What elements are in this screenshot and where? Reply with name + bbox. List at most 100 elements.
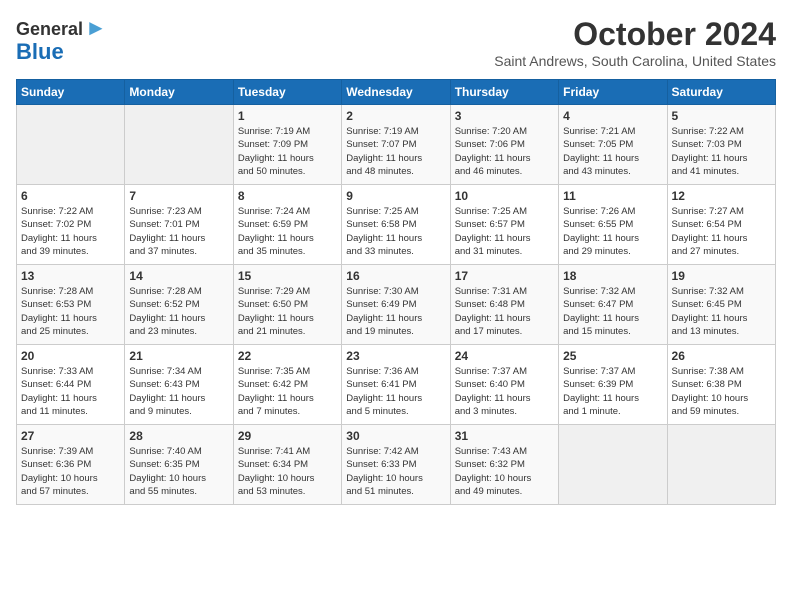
calendar-week-row: 20 Sunrise: 7:33 AM Sunset: 6:44 PM Dayli…	[17, 345, 776, 425]
logo: General► Blue	[16, 16, 107, 64]
title-section: October 2024 Saint Andrews, South Caroli…	[494, 16, 776, 69]
calendar-cell: 12 Sunrise: 7:27 AM Sunset: 6:54 PM Dayli…	[667, 185, 775, 265]
day-number: 3	[455, 109, 554, 123]
calendar-week-row: 1 Sunrise: 7:19 AM Sunset: 7:09 PM Daylig…	[17, 105, 776, 185]
day-info: Sunrise: 7:21 AM Sunset: 7:05 PM Dayligh…	[563, 125, 662, 178]
day-info: Sunrise: 7:22 AM Sunset: 7:02 PM Dayligh…	[21, 205, 120, 258]
day-info: Sunrise: 7:43 AM Sunset: 6:32 PM Dayligh…	[455, 445, 554, 498]
page-header: General► Blue October 2024 Saint Andrews…	[16, 16, 776, 69]
calendar-cell: 6 Sunrise: 7:22 AM Sunset: 7:02 PM Daylig…	[17, 185, 125, 265]
day-info: Sunrise: 7:19 AM Sunset: 7:07 PM Dayligh…	[346, 125, 445, 178]
calendar-cell: 18 Sunrise: 7:32 AM Sunset: 6:47 PM Dayli…	[559, 265, 667, 345]
calendar-week-row: 13 Sunrise: 7:28 AM Sunset: 6:53 PM Dayli…	[17, 265, 776, 345]
day-info: Sunrise: 7:28 AM Sunset: 6:52 PM Dayligh…	[129, 285, 228, 338]
day-info: Sunrise: 7:25 AM Sunset: 6:58 PM Dayligh…	[346, 205, 445, 258]
day-info: Sunrise: 7:41 AM Sunset: 6:34 PM Dayligh…	[238, 445, 337, 498]
day-info: Sunrise: 7:37 AM Sunset: 6:39 PM Dayligh…	[563, 365, 662, 418]
calendar-cell: 4 Sunrise: 7:21 AM Sunset: 7:05 PM Daylig…	[559, 105, 667, 185]
day-info: Sunrise: 7:32 AM Sunset: 6:47 PM Dayligh…	[563, 285, 662, 338]
day-info: Sunrise: 7:40 AM Sunset: 6:35 PM Dayligh…	[129, 445, 228, 498]
calendar-cell	[125, 105, 233, 185]
calendar-table: SundayMondayTuesdayWednesdayThursdayFrid…	[16, 79, 776, 505]
calendar-cell: 19 Sunrise: 7:32 AM Sunset: 6:45 PM Dayli…	[667, 265, 775, 345]
day-number: 31	[455, 429, 554, 443]
day-number: 1	[238, 109, 337, 123]
day-number: 19	[672, 269, 771, 283]
calendar-cell: 7 Sunrise: 7:23 AM Sunset: 7:01 PM Daylig…	[125, 185, 233, 265]
calendar-cell: 11Sunrise: 7:26 AM Sunset: 6:55 PM Dayli…	[559, 185, 667, 265]
day-number: 26	[672, 349, 771, 363]
day-info: Sunrise: 7:36 AM Sunset: 6:41 PM Dayligh…	[346, 365, 445, 418]
calendar-cell: 8Sunrise: 7:24 AM Sunset: 6:59 PM Daylig…	[233, 185, 341, 265]
day-info: Sunrise: 7:33 AM Sunset: 6:44 PM Dayligh…	[21, 365, 120, 418]
day-number: 6	[21, 189, 120, 203]
day-info: Sunrise: 7:34 AM Sunset: 6:43 PM Dayligh…	[129, 365, 228, 418]
day-info: Sunrise: 7:29 AM Sunset: 6:50 PM Dayligh…	[238, 285, 337, 338]
calendar-cell: 14 Sunrise: 7:28 AM Sunset: 6:52 PM Dayli…	[125, 265, 233, 345]
day-of-week-header: Sunday	[17, 80, 125, 105]
calendar-cell: 15 Sunrise: 7:29 AM Sunset: 6:50 PM Dayli…	[233, 265, 341, 345]
day-info: Sunrise: 7:28 AM Sunset: 6:53 PM Dayligh…	[21, 285, 120, 338]
calendar-cell	[559, 425, 667, 505]
day-number: 23	[346, 349, 445, 363]
day-number: 24	[455, 349, 554, 363]
calendar-cell: 2 Sunrise: 7:19 AM Sunset: 7:07 PM Daylig…	[342, 105, 450, 185]
day-number: 12	[672, 189, 771, 203]
day-info: Sunrise: 7:42 AM Sunset: 6:33 PM Dayligh…	[346, 445, 445, 498]
day-number: 15	[238, 269, 337, 283]
calendar-cell: 30 Sunrise: 7:42 AM Sunset: 6:33 PM Dayli…	[342, 425, 450, 505]
day-info: Sunrise: 7:27 AM Sunset: 6:54 PM Dayligh…	[672, 205, 771, 258]
calendar-cell: 21 Sunrise: 7:34 AM Sunset: 6:43 PM Dayli…	[125, 345, 233, 425]
day-number: 22	[238, 349, 337, 363]
day-info: Sunrise: 7:30 AM Sunset: 6:49 PM Dayligh…	[346, 285, 445, 338]
calendar-cell: 24Sunrise: 7:37 AM Sunset: 6:40 PM Dayli…	[450, 345, 558, 425]
day-number: 13	[21, 269, 120, 283]
day-info: Sunrise: 7:35 AM Sunset: 6:42 PM Dayligh…	[238, 365, 337, 418]
day-info: Sunrise: 7:22 AM Sunset: 7:03 PM Dayligh…	[672, 125, 771, 178]
day-info: Sunrise: 7:24 AM Sunset: 6:59 PM Dayligh…	[238, 205, 337, 258]
calendar-cell: 25 Sunrise: 7:37 AM Sunset: 6:39 PM Dayli…	[559, 345, 667, 425]
day-number: 14	[129, 269, 228, 283]
day-info: Sunrise: 7:19 AM Sunset: 7:09 PM Dayligh…	[238, 125, 337, 178]
day-number: 30	[346, 429, 445, 443]
day-number: 28	[129, 429, 228, 443]
calendar-cell: 3 Sunrise: 7:20 AM Sunset: 7:06 PM Daylig…	[450, 105, 558, 185]
day-number: 11	[563, 189, 662, 203]
day-number: 25	[563, 349, 662, 363]
day-number: 17	[455, 269, 554, 283]
day-number: 21	[129, 349, 228, 363]
day-of-week-header: Thursday	[450, 80, 558, 105]
day-of-week-header: Wednesday	[342, 80, 450, 105]
calendar-cell: 10Sunrise: 7:25 AM Sunset: 6:57 PM Dayli…	[450, 185, 558, 265]
logo-text-blue: Blue	[16, 39, 64, 64]
day-number: 18	[563, 269, 662, 283]
day-number: 4	[563, 109, 662, 123]
day-of-week-header: Saturday	[667, 80, 775, 105]
day-info: Sunrise: 7:31 AM Sunset: 6:48 PM Dayligh…	[455, 285, 554, 338]
calendar-cell: 28 Sunrise: 7:40 AM Sunset: 6:35 PM Dayli…	[125, 425, 233, 505]
day-number: 16	[346, 269, 445, 283]
calendar-cell: 31 Sunrise: 7:43 AM Sunset: 6:32 PM Dayli…	[450, 425, 558, 505]
day-number: 2	[346, 109, 445, 123]
day-info: Sunrise: 7:20 AM Sunset: 7:06 PM Dayligh…	[455, 125, 554, 178]
day-number: 7	[129, 189, 228, 203]
day-info: Sunrise: 7:23 AM Sunset: 7:01 PM Dayligh…	[129, 205, 228, 258]
calendar-cell	[667, 425, 775, 505]
calendar-cell: 22 Sunrise: 7:35 AM Sunset: 6:42 PM Dayli…	[233, 345, 341, 425]
day-number: 20	[21, 349, 120, 363]
day-info: Sunrise: 7:32 AM Sunset: 6:45 PM Dayligh…	[672, 285, 771, 338]
calendar-cell: 5Sunrise: 7:22 AM Sunset: 7:03 PM Daylig…	[667, 105, 775, 185]
location-title: Saint Andrews, South Carolina, United St…	[494, 53, 776, 69]
calendar-cell: 9Sunrise: 7:25 AM Sunset: 6:58 PM Daylig…	[342, 185, 450, 265]
calendar-cell: 16 Sunrise: 7:30 AM Sunset: 6:49 PM Dayli…	[342, 265, 450, 345]
logo-text-general: General►	[16, 16, 107, 40]
calendar-cell: 27Sunrise: 7:39 AM Sunset: 6:36 PM Dayli…	[17, 425, 125, 505]
calendar-cell: 17 Sunrise: 7:31 AM Sunset: 6:48 PM Dayli…	[450, 265, 558, 345]
days-header-row: SundayMondayTuesdayWednesdayThursdayFrid…	[17, 80, 776, 105]
calendar-cell: 13 Sunrise: 7:28 AM Sunset: 6:53 PM Dayli…	[17, 265, 125, 345]
calendar-cell: 1 Sunrise: 7:19 AM Sunset: 7:09 PM Daylig…	[233, 105, 341, 185]
day-number: 29	[238, 429, 337, 443]
day-number: 10	[455, 189, 554, 203]
day-of-week-header: Tuesday	[233, 80, 341, 105]
day-of-week-header: Monday	[125, 80, 233, 105]
